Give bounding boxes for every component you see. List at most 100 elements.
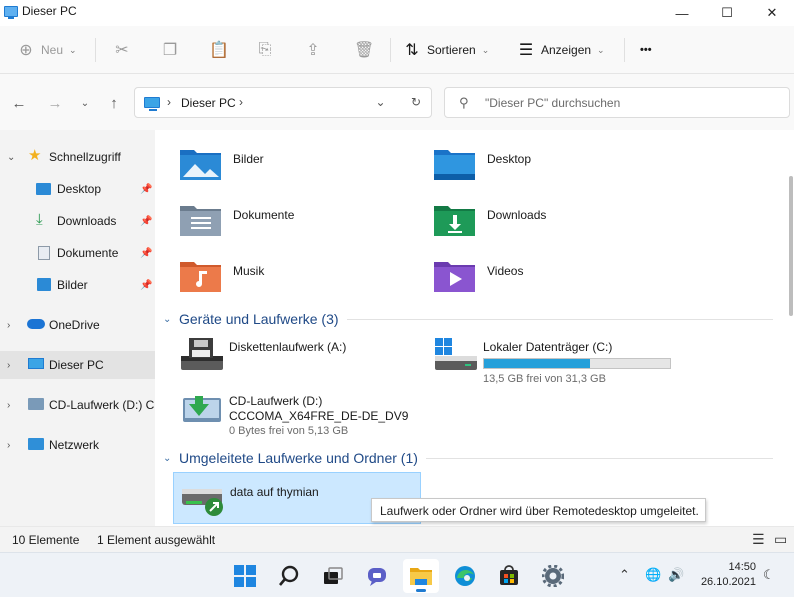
drive-name: CD-Laufwerk (D:) xyxy=(229,394,323,408)
up-arrow-icon[interactable]: ↑ xyxy=(103,92,125,114)
divider xyxy=(425,457,773,459)
close-button[interactable]: ✕ xyxy=(750,0,794,26)
rename-button[interactable]: ⎘ xyxy=(257,26,280,74)
paste-button[interactable]: 📋 xyxy=(209,26,232,74)
folder-desktop[interactable]: Desktop xyxy=(433,146,673,190)
folder-label: Musik xyxy=(233,264,265,278)
chevron-down-icon: ⌄ xyxy=(69,44,77,55)
start-button[interactable] xyxy=(227,559,263,593)
sidebar-item-schnellzugriff[interactable]: ⌄ ★ Schnellzugriff xyxy=(0,143,155,171)
delete-button[interactable]: 🗑 xyxy=(354,26,377,74)
group-header-redirected[interactable]: ⌄ Umgeleitete Laufwerke und Ordner (1) xyxy=(163,448,773,468)
new-label: Neu xyxy=(41,43,64,57)
pin-icon[interactable]: 📌 xyxy=(140,184,152,195)
sidebar-item-cd-laufwerk[interactable]: › CD-Laufwerk (D:) CC xyxy=(0,391,155,419)
volume-icon[interactable]: 🔊 xyxy=(668,567,684,583)
edge-browser-button[interactable] xyxy=(447,559,483,593)
share-icon: ⇪ xyxy=(306,42,320,59)
network-globe-icon[interactable]: 🌐 xyxy=(645,567,661,583)
rename-icon: ⎘ xyxy=(258,41,272,58)
sort-button[interactable]: ⇅ Sortieren ⌄ xyxy=(404,26,489,74)
pc-icon xyxy=(28,358,44,369)
group-header-devices[interactable]: ⌄ Geräte und Laufwerke (3) xyxy=(163,309,773,329)
address-bar[interactable]: › Dieser PC › ⌄ ↻ xyxy=(134,87,432,118)
sidebar-item-downloads[interactable]: ⤓ Downloads 📌 xyxy=(0,207,155,235)
pc-icon xyxy=(4,6,18,19)
pin-icon[interactable]: 📌 xyxy=(140,216,152,227)
more-options-button[interactable]: ••• xyxy=(640,26,652,74)
address-dropdown-chevron-icon[interactable]: ⌄ xyxy=(376,95,386,109)
item-count: 10 Elemente xyxy=(12,533,80,547)
sidebar-item-label: Schnellzugriff xyxy=(49,150,121,164)
search-box[interactable]: ⚲ "Dieser PC" durchsuchen xyxy=(444,87,790,118)
clock[interactable]: 14:50 26.10.2021 xyxy=(701,560,756,590)
collapsed-chevron-icon[interactable]: › xyxy=(7,320,10,331)
sidebar-item-desktop[interactable]: Desktop 📌 xyxy=(0,175,155,203)
drive-name: Lokaler Datenträger (C:) xyxy=(483,340,613,354)
folder-label: Bilder xyxy=(233,152,264,166)
pin-icon[interactable]: 📌 xyxy=(140,280,152,291)
pc-icon xyxy=(144,97,160,111)
show-hidden-icons-chevron-icon[interactable]: ⌃ xyxy=(619,567,630,583)
chevron-right-icon[interactable]: › xyxy=(167,95,171,109)
folder-bilder[interactable]: Bilder xyxy=(179,146,419,190)
settings-button[interactable] xyxy=(535,559,571,593)
folder-dokumente[interactable]: Dokumente xyxy=(179,202,419,246)
chevron-down-icon[interactable]: ⌄ xyxy=(163,453,179,464)
sidebar-item-dieser-pc[interactable]: › Dieser PC xyxy=(0,351,155,379)
view-button[interactable]: ☰ Anzeigen ⌄ xyxy=(518,26,605,74)
clock-date: 26.10.2021 xyxy=(700,576,756,588)
file-explorer-button[interactable] xyxy=(403,559,439,593)
chevron-right-icon[interactable]: › xyxy=(239,95,243,109)
drive-free-space: 13,5 GB frei von 31,3 GB xyxy=(483,373,606,385)
teams-chat-button[interactable] xyxy=(359,559,395,593)
picture-icon xyxy=(37,278,51,291)
collapsed-chevron-icon[interactable]: › xyxy=(7,400,10,411)
microsoft-store-button[interactable] xyxy=(491,559,527,593)
copy-button[interactable]: ❐ xyxy=(162,26,185,74)
new-button[interactable]: ⊕ Neu ⌄ xyxy=(18,26,77,74)
breadcrumb-dieser-pc[interactable]: Dieser PC xyxy=(181,96,236,110)
expanded-chevron-icon[interactable]: ⌄ xyxy=(7,152,15,163)
network-icon xyxy=(28,438,44,450)
collapsed-chevron-icon[interactable]: › xyxy=(7,440,10,451)
status-bar: 10 Elemente 1 Element ausgewählt ☰ ▭ xyxy=(0,526,794,552)
share-button[interactable]: ⇪ xyxy=(305,26,328,74)
vertical-scrollbar[interactable] xyxy=(789,176,793,316)
command-bar: ⊕ Neu ⌄ ✂ ❐ 📋 ⎘ ⇪ 🗑 ⇅ Sortieren ⌄ ☰ Anze… xyxy=(0,26,794,74)
drive-floppy[interactable]: Diskettenlaufwerk (A:) xyxy=(175,334,415,384)
downloads-folder-icon xyxy=(434,206,475,236)
tiles-view-icon[interactable]: ▭ xyxy=(774,531,787,548)
chevron-down-icon[interactable]: ⌄ xyxy=(163,314,179,325)
file-explorer-icon xyxy=(410,568,432,585)
sidebar-item-dokumente[interactable]: Dokumente 📌 xyxy=(0,239,155,267)
focus-assist-moon-icon[interactable]: ☾ xyxy=(763,567,775,583)
sidebar-item-label: Downloads xyxy=(57,214,117,228)
maximize-button[interactable]: ☐ xyxy=(705,0,749,26)
pictures-folder-icon xyxy=(180,150,221,180)
sidebar-item-label: Netzwerk xyxy=(49,438,100,452)
cut-button[interactable]: ✂ xyxy=(114,26,137,74)
folder-downloads[interactable]: Downloads xyxy=(433,202,673,246)
sidebar-item-label: Dieser PC xyxy=(49,358,104,372)
search-taskbar-button[interactable] xyxy=(271,559,307,593)
task-view-button[interactable] xyxy=(315,559,351,593)
recent-locations-chevron-icon[interactable]: ⌄ xyxy=(74,92,96,114)
sidebar-item-netzwerk[interactable]: › Netzwerk xyxy=(0,431,155,459)
refresh-icon[interactable]: ↻ xyxy=(411,95,421,109)
drive-cd-d[interactable]: CD-Laufwerk (D:) CCCOMA_X64FRE_DE-DE_DV9… xyxy=(175,388,415,442)
sidebar-item-onedrive[interactable]: › OneDrive xyxy=(0,311,155,339)
folder-musik[interactable]: Musik xyxy=(179,258,419,302)
pin-icon[interactable]: 📌 xyxy=(140,248,152,259)
taskbar: ⌃ 🌐 🔊 14:50 26.10.2021 ☾ xyxy=(0,552,794,597)
folder-videos[interactable]: Videos xyxy=(433,258,673,302)
sidebar-item-bilder[interactable]: Bilder 📌 xyxy=(0,271,155,299)
cloud-icon xyxy=(27,319,45,329)
back-arrow-icon[interactable]: ← xyxy=(8,92,30,114)
drive-local-c[interactable]: Lokaler Datenträger (C:) 13,5 GB frei vo… xyxy=(429,334,671,385)
minimize-button[interactable]: — xyxy=(660,0,704,26)
details-view-icon[interactable]: ☰ xyxy=(752,531,765,548)
forward-arrow-icon[interactable]: → xyxy=(44,92,66,114)
collapsed-chevron-icon[interactable]: › xyxy=(7,360,10,371)
divider xyxy=(624,38,625,62)
